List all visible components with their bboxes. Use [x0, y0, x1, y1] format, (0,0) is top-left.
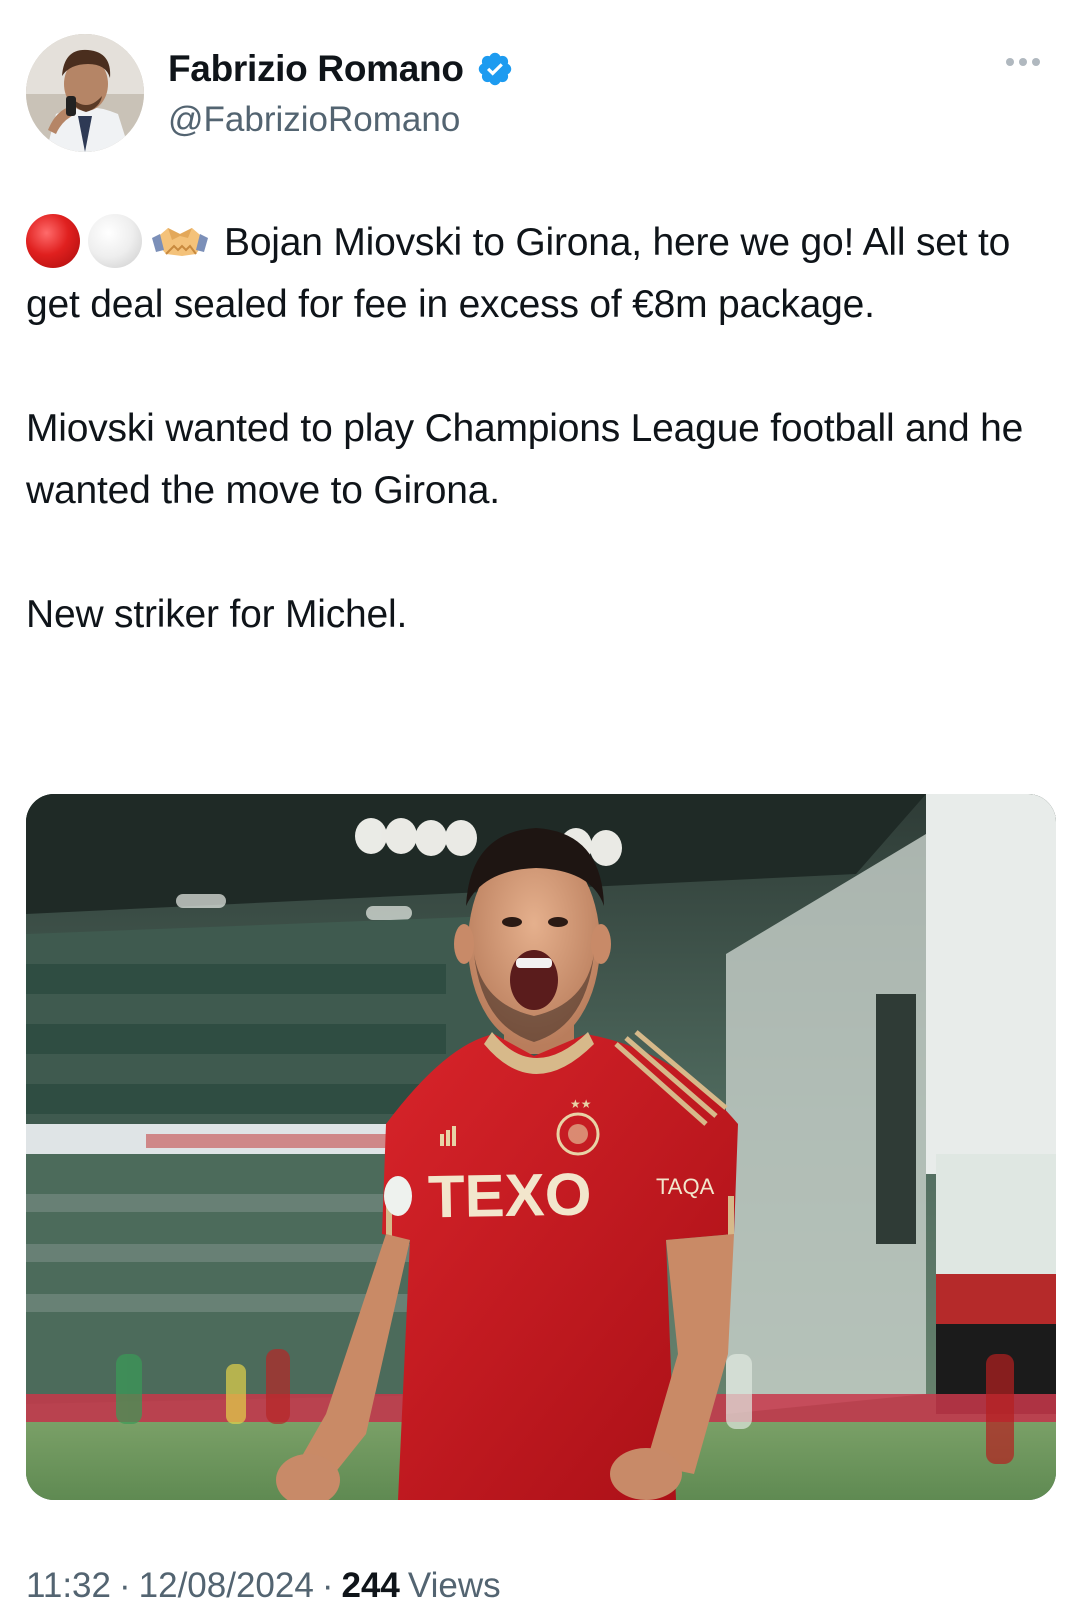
views-label: Views: [407, 1566, 501, 1605]
meta-separator: ·: [119, 1566, 131, 1605]
tweet: Fabrizio Romano @FabrizioRomano Bojan Mi…: [0, 0, 1080, 1624]
svg-text:★★: ★★: [570, 1097, 592, 1111]
display-name[interactable]: Fabrizio Romano: [168, 48, 464, 90]
tweet-text: Bojan Miovski to Girona, here we go! All…: [26, 212, 1056, 646]
tweet-media-photo[interactable]: ★★ TEXO TAQA: [26, 794, 1056, 1500]
tweet-header: Fabrizio Romano @FabrizioRomano: [26, 34, 1056, 154]
sleeve-sponsor-text: TAQA: [656, 1174, 715, 1199]
red-circle-emoji: [26, 213, 80, 268]
views-count: 244: [341, 1566, 400, 1605]
ellipsis-icon: [1032, 58, 1040, 66]
verified-badge-icon: [476, 50, 514, 88]
more-options-button[interactable]: [1006, 58, 1040, 66]
shirt-sponsor-text: TEXO: [427, 1161, 592, 1231]
tweet-paragraph-2: Miovski wanted to play Champions League …: [26, 407, 1024, 512]
ellipsis-icon: [1006, 58, 1014, 66]
white-circle-emoji: [88, 213, 142, 268]
handshake-emoji: [150, 214, 210, 268]
avatar[interactable]: [26, 34, 144, 152]
tweet-meta: 11:32 · 12/08/2024 · 244 Views: [26, 1566, 501, 1606]
ellipsis-icon: [1019, 58, 1027, 66]
meta-separator: ·: [321, 1566, 334, 1605]
tweet-date[interactable]: 12/08/2024: [139, 1566, 314, 1606]
author-handle[interactable]: @FabrizioRomano: [168, 100, 460, 140]
tweet-time[interactable]: 11:32: [26, 1566, 111, 1606]
emoji-group: [26, 213, 210, 268]
name-row: Fabrizio Romano: [168, 48, 514, 90]
tweet-paragraph-3: New striker for Michel.: [26, 593, 408, 636]
tweet-paragraph: Bojan Miovski to Girona, here we go! All…: [26, 212, 1056, 336]
